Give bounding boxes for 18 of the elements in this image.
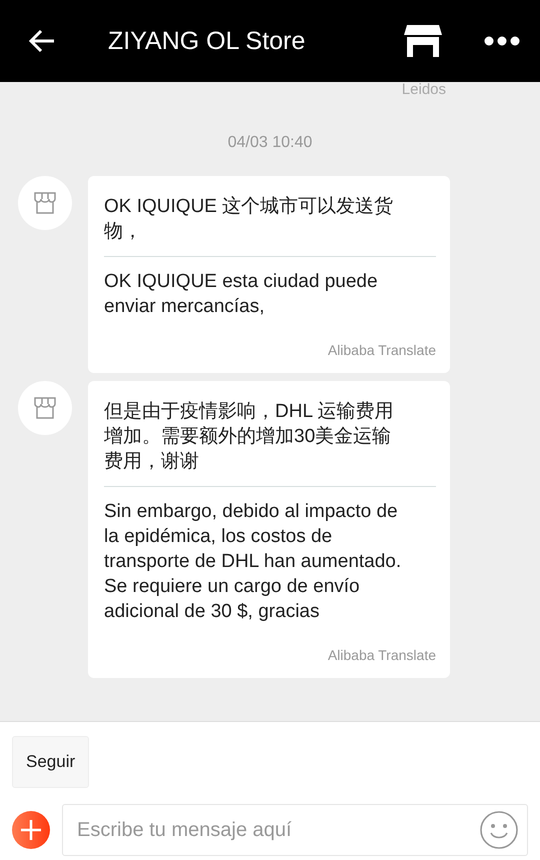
message-input[interactable]: Escribe tu mensaje aquí [62,804,528,856]
read-status: Leidos [402,82,446,98]
add-icon[interactable] [12,811,50,849]
translator-label: Alibaba Translate [326,341,436,359]
translated-text: Sin embargo, debido al impacto de la epidémica, los costos de transporte de DHL han aumentado. Se requiere un cargo de envío adicional de 30 $, gracias [104,500,402,624]
follow-button[interactable]: Seguir [12,736,90,788]
message-text: OK IQUIQUE 这个城市可以发送货物， [104,194,436,257]
store-icon [33,396,57,420]
translator-label: Alibaba Translate [326,646,436,664]
more-icon[interactable] [484,36,520,46]
timestamp: 04/03 10:40 [228,134,312,152]
store-icon [33,191,57,215]
store-icon[interactable] [404,25,442,57]
back-icon[interactable] [28,29,56,53]
translated-text: OK IQUIQUE esta ciudad puede enviar mercancías, [104,270,379,319]
emoji-icon[interactable] [480,811,518,849]
message-text: 但是由于疫情影响，DHL 运输费用增加。需要额外的增加30美金运输费用，谢谢 [104,399,436,487]
store-title: ZIYANG OL Store [108,26,306,56]
